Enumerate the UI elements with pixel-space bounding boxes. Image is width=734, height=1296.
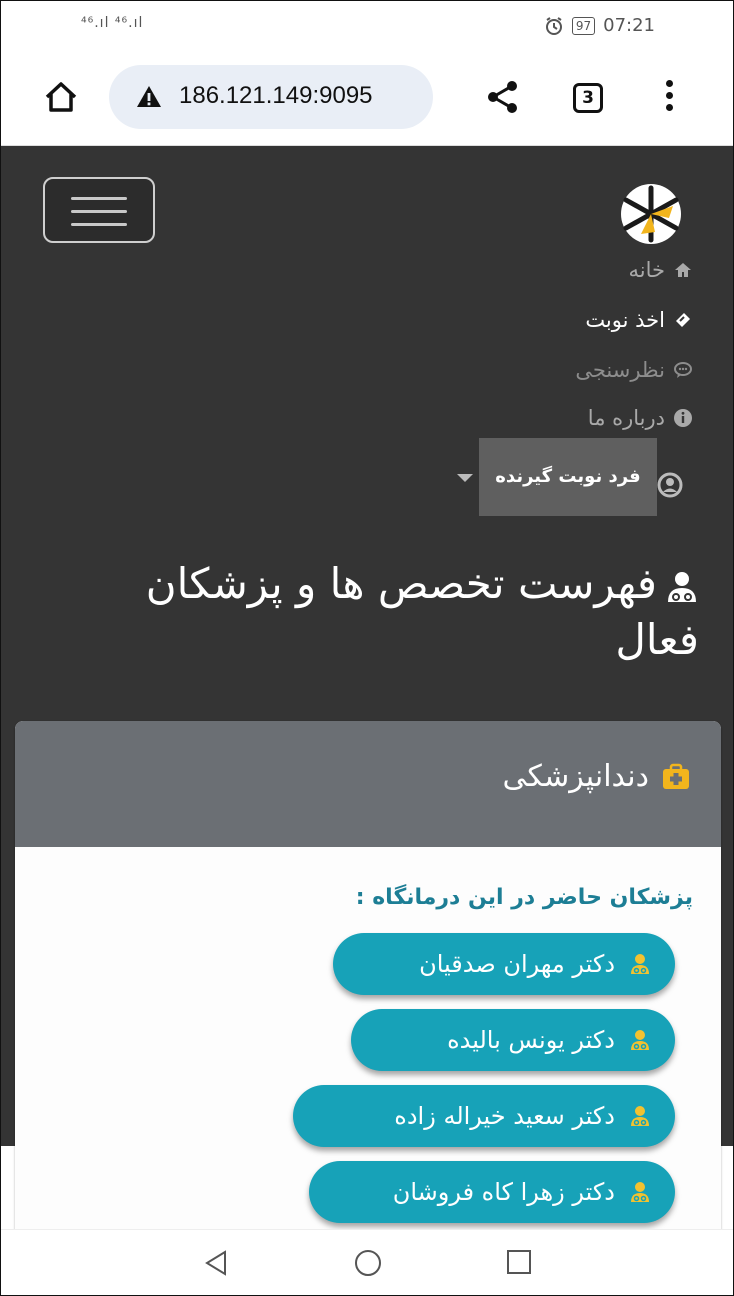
more-menu-icon[interactable] bbox=[659, 77, 679, 119]
home-icon bbox=[675, 263, 691, 277]
url-text[interactable]: 186.121.149:9095 bbox=[179, 82, 373, 110]
doctor-icon bbox=[631, 954, 649, 974]
recent-apps-icon[interactable] bbox=[505, 1248, 533, 1276]
clock-time: 07:21 bbox=[603, 15, 655, 36]
user-dropdown[interactable]: فرد نوبت گیرنده bbox=[479, 438, 657, 516]
specialty-card-body: پزشکان حاضر در این درمانگاه : دکتر مهران… bbox=[15, 847, 721, 1241]
warning-icon[interactable] bbox=[135, 83, 163, 111]
doctor-button[interactable]: دکتر زهرا کاه فروشان bbox=[309, 1161, 675, 1223]
doctors-label: پزشکان حاضر در این درمانگاه : bbox=[355, 885, 693, 910]
specialty-title-text: دندانپزشکی bbox=[502, 759, 649, 794]
user-icon[interactable] bbox=[657, 472, 683, 498]
share-icon[interactable] bbox=[483, 77, 523, 117]
nav-item-survey[interactable]: نظرسنجی bbox=[575, 358, 693, 382]
navbar-toggler-button[interactable] bbox=[43, 177, 155, 243]
doctor-name[interactable]: دکتر یونس بالیده bbox=[447, 1026, 615, 1054]
nav-item-label: نظرسنجی bbox=[575, 358, 665, 382]
nav-item-label: خانه bbox=[628, 258, 665, 282]
nav-item-home[interactable]: خانه bbox=[629, 258, 693, 282]
dropdown-caret-icon[interactable] bbox=[457, 474, 473, 482]
signal-indicator: ⁴⁶.ıl ⁴⁶.ıl bbox=[81, 15, 144, 31]
doctor-button[interactable]: دکتر یونس بالیده bbox=[351, 1009, 675, 1071]
doctor-name[interactable]: دکتر مهران صدقیان bbox=[419, 950, 615, 978]
battery-level: 97 bbox=[571, 16, 596, 35]
ticket-icon bbox=[676, 313, 690, 327]
nav-item-label: درباره ما bbox=[587, 406, 665, 430]
browser-toolbar: 186.121.149:9095 3 bbox=[1, 53, 733, 146]
user-dropdown-label[interactable]: فرد نوبت گیرنده bbox=[479, 438, 657, 516]
specialty-card-header: دندانپزشکی bbox=[15, 721, 721, 847]
specialty-card: دندانپزشکی پزشکان حاضر در این درمانگاه :… bbox=[15, 721, 721, 1241]
doctor-icon bbox=[631, 1182, 649, 1202]
info-icon bbox=[674, 409, 692, 427]
page-title-text: فهرست تخصص ها و پزشکان فعال bbox=[145, 559, 699, 664]
doctor-icon bbox=[631, 1106, 649, 1126]
nav-item-label: اخذ نوبت bbox=[585, 308, 665, 332]
clinic-logo bbox=[621, 184, 681, 244]
doctor-icon bbox=[668, 571, 696, 602]
address-bar[interactable]: 186.121.149:9095 bbox=[109, 65, 433, 129]
system-nav-bar bbox=[1, 1229, 733, 1295]
status-bar: ⁴⁶.ıl ⁴⁶.ıl 97 07:21 bbox=[1, 1, 733, 53]
doctor-name[interactable]: دکتر زهرا کاه فروشان bbox=[393, 1178, 615, 1206]
tab-switcher-button[interactable]: 3 bbox=[573, 83, 603, 113]
page-title: فهرست تخصص ها و پزشکان فعال bbox=[59, 556, 699, 668]
comment-icon bbox=[674, 362, 692, 378]
nav-item-about[interactable]: درباره ما bbox=[588, 406, 693, 430]
alarm-icon bbox=[545, 16, 562, 35]
medkit-icon bbox=[663, 763, 689, 789]
doctor-icon bbox=[631, 1030, 649, 1050]
screen-frame: ⁴⁶.ıl ⁴⁶.ıl 97 07:21 186.121.149:9095 3 bbox=[0, 0, 734, 1296]
doctor-button[interactable]: دکتر سعید خیراله زاده bbox=[293, 1085, 675, 1147]
doctor-name[interactable]: دکتر سعید خیراله زاده bbox=[394, 1102, 615, 1130]
home-circle-icon[interactable] bbox=[353, 1248, 383, 1278]
specialty-title: دندانپزشکی bbox=[503, 759, 691, 794]
back-icon[interactable] bbox=[201, 1248, 231, 1278]
nav-item-book-appointment[interactable]: اخذ نوبت bbox=[585, 308, 693, 332]
doctor-button[interactable]: دکتر مهران صدقیان bbox=[333, 933, 675, 995]
home-icon[interactable] bbox=[41, 77, 81, 117]
status-right: 97 07:21 bbox=[544, 15, 655, 36]
